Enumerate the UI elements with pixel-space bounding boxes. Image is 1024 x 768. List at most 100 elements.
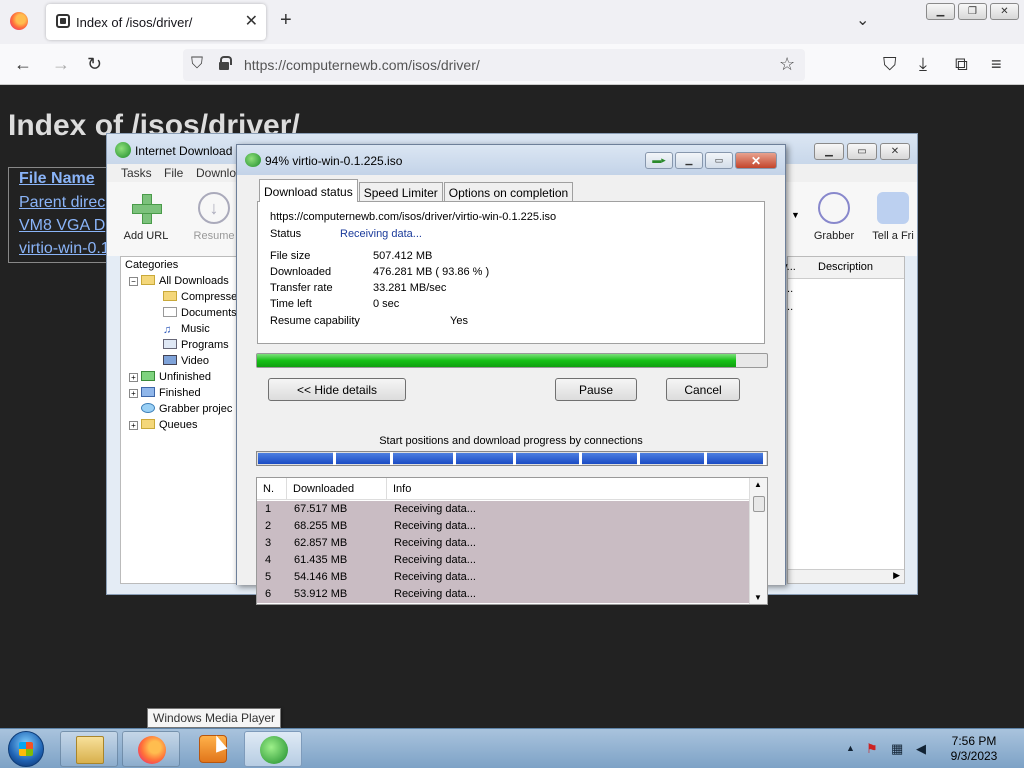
parent-directory-link[interactable]: Parent direc (19, 194, 105, 212)
category-label: Video (181, 355, 209, 367)
connection-row[interactable]: 5 54.146 MB Receiving data... (257, 569, 749, 586)
start-button[interactable] (8, 731, 44, 767)
category-unfinished[interactable]: + Unfinished (129, 371, 211, 383)
expand-icon[interactable]: + (129, 421, 138, 430)
system-clock[interactable]: 7:56 PM 9/3/2023 (942, 734, 1006, 764)
menu-file[interactable]: File (164, 166, 183, 180)
download-url: https://computernewb.com/isos/driver/vir… (270, 211, 557, 223)
tab-speed-limiter[interactable]: Speed Limiter (358, 182, 443, 202)
category-programs[interactable]: Programs (163, 339, 229, 351)
close-tab-icon[interactable]: ✕ (245, 11, 258, 31)
menu-tasks[interactable]: Tasks (121, 166, 152, 180)
back-icon[interactable]: ← (14, 54, 32, 74)
dialog-title-bar[interactable]: 94% virtio-win-0.1.225.iso ▬▸ ▁ ▭ ✕ (237, 145, 785, 175)
category-finished[interactable]: + Finished (129, 387, 201, 399)
connection-start-marker (579, 452, 582, 465)
categories-panel: Categories − All Downloads Compresse Docu… (120, 256, 242, 584)
volume-muted-icon[interactable]: ◀ (916, 741, 926, 757)
hide-details-button[interactable]: << Hide details (268, 378, 406, 401)
minimize-button[interactable]: ▁ (926, 3, 955, 20)
extensions-icon[interactable]: ⧉ (955, 54, 968, 74)
idm-minimize-button[interactable]: ▁ (814, 143, 844, 160)
file-link[interactable]: VM8 VGA D (19, 217, 105, 235)
taskbar-internet-download-manager[interactable] (244, 731, 302, 767)
app-menu-icon[interactable]: ≡ (991, 54, 1002, 74)
category-all-downloads[interactable]: − All Downloads (129, 275, 229, 287)
category-queues[interactable]: + Queues (129, 419, 198, 431)
file-link[interactable]: virtio-win-0.1 (19, 240, 110, 258)
show-hidden-icons[interactable]: ▲ (846, 743, 855, 753)
idm-maximize-button[interactable]: ▭ (847, 143, 877, 160)
pocket-icon[interactable]: ⛉ (883, 54, 897, 74)
horizontal-scrollbar[interactable]: ▶ (788, 569, 904, 583)
grabber-button[interactable]: Grabber (809, 192, 859, 242)
lock-icon[interactable] (219, 56, 232, 70)
connections-table-scrollbar[interactable]: ▲ ▼ (749, 478, 767, 604)
file-name-header-link[interactable]: File Name (19, 170, 95, 188)
tell-a-friend-button[interactable]: Tell a Fri (869, 192, 917, 242)
network-icon[interactable]: ▦ (891, 741, 903, 757)
cancel-button[interactable]: Cancel (666, 378, 740, 401)
tracking-protection-icon[interactable]: ⛉ (191, 55, 203, 73)
taskbar-firefox[interactable] (122, 731, 180, 767)
dialog-close-button[interactable]: ✕ (735, 152, 777, 169)
idm-window-controls: ▁ ▭ ✕ (814, 143, 910, 160)
resume-button[interactable]: ↓ Resume (191, 192, 237, 242)
connection-info: Receiving data... (394, 503, 476, 515)
connections-table: N. Downloaded Info 1 67.517 MB Receiving d… (256, 477, 768, 605)
firefox-view-icon[interactable] (10, 12, 28, 30)
move-to-tray-button[interactable]: ▬▸ (645, 152, 673, 169)
column-header-downloaded[interactable]: Downloaded (287, 478, 387, 500)
dialog-minimize-button[interactable]: ▁ (675, 152, 703, 169)
maximize-button[interactable]: ❐ (958, 3, 987, 20)
close-window-button[interactable]: ✕ (990, 3, 1019, 20)
taskbar-explorer[interactable] (60, 731, 118, 767)
plus-icon (130, 192, 162, 224)
connection-row[interactable]: 3 62.857 MB Receiving data... (257, 535, 749, 552)
scroll-up-icon[interactable]: ▲ (754, 480, 762, 489)
column-header-number[interactable]: N. (257, 478, 287, 500)
connection-row[interactable]: 2 68.255 MB Receiving data... (257, 518, 749, 535)
category-grabber-projects[interactable]: Grabber projec (141, 403, 232, 415)
menu-downloads[interactable]: Downlo (196, 166, 236, 180)
category-label: Queues (159, 419, 198, 431)
scroll-right-icon[interactable]: ▶ (893, 570, 900, 581)
reload-icon[interactable]: ↻ (87, 54, 102, 74)
list-all-tabs-icon[interactable]: ⌄ (856, 10, 869, 30)
idm-close-button[interactable]: ✕ (880, 143, 910, 160)
address-bar[interactable]: ⛉ https://computernewb.com/isos/driver/ … (183, 49, 805, 81)
scroll-down-icon[interactable]: ▼ (754, 593, 762, 602)
downloads-icon[interactable]: ⤓ (919, 54, 927, 74)
tab-download-status[interactable]: Download status (259, 179, 358, 202)
bookmark-star-icon[interactable]: ☆ (779, 54, 795, 75)
connection-row[interactable]: 4 61.435 MB Receiving data... (257, 552, 749, 569)
category-video[interactable]: Video (163, 355, 209, 367)
new-tab-button[interactable]: + (280, 9, 292, 32)
clock-time: 7:56 PM (951, 734, 997, 748)
dialog-title: 94% virtio-win-0.1.225.iso (265, 154, 403, 168)
tab-options-on-completion[interactable]: Options on completion (443, 182, 574, 202)
forward-icon[interactable]: → (52, 54, 70, 74)
description-column-header[interactable]: Description (818, 261, 873, 273)
toolbar-dropdown-icon[interactable]: ▼ (791, 210, 800, 220)
action-center-icon[interactable]: ⚑ (866, 741, 878, 757)
download-progress-bar (256, 353, 768, 368)
connection-downloaded: 54.146 MB (294, 571, 348, 583)
category-compressed[interactable]: Compresse (163, 291, 237, 303)
scrollbar-thumb[interactable] (753, 496, 765, 512)
connection-row[interactable]: 1 67.517 MB Receiving data... (257, 501, 749, 518)
category-music[interactable]: ♫ Music (163, 323, 210, 336)
url-text[interactable]: https://computernewb.com/isos/driver/ (244, 57, 480, 73)
connection-row[interactable]: 6 53.912 MB Receiving data... (257, 586, 749, 603)
downloads-list-header: y... Description (782, 257, 904, 279)
pause-button[interactable]: Pause (555, 378, 637, 401)
add-url-button[interactable]: Add URL (123, 192, 169, 242)
collapse-icon[interactable]: − (129, 277, 138, 286)
downloaded-label: Downloaded (270, 266, 332, 278)
browser-tab[interactable]: Index of /isos/driver/ ✕ (46, 4, 266, 40)
column-header-info[interactable]: Info (387, 478, 749, 500)
expand-icon[interactable]: + (129, 373, 138, 382)
dialog-maximize-button[interactable]: ▭ (705, 152, 733, 169)
category-documents[interactable]: Documents (163, 307, 237, 319)
expand-icon[interactable]: + (129, 389, 138, 398)
